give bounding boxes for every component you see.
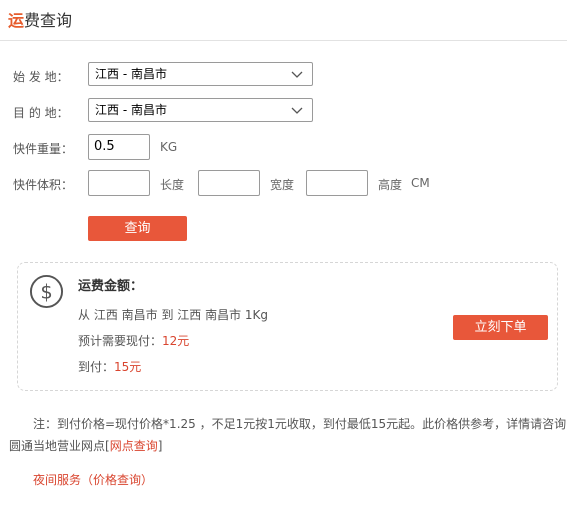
cash-value: 12元 <box>162 334 190 348</box>
chevron-down-icon <box>291 107 303 114</box>
page-title: 运费查询 <box>8 7 72 31</box>
weight-unit: KG <box>160 140 178 154</box>
route-text: 从 江西 南昌市 到 江西 南昌市 1Kg <box>78 308 269 322</box>
fee-title: 运费金额： <box>78 279 144 294</box>
height-unit: 高度 <box>378 178 403 192</box>
weight-input[interactable]: 0.5 <box>88 134 150 160</box>
chevron-down-icon <box>291 71 303 78</box>
title-accent: 运 <box>8 11 25 30</box>
note-text: 注：到付价格=现付价格*1.25 ，不足1元按1元收取，到付最低15元起。此价格… <box>9 417 567 453</box>
dollar-icon: $ <box>29 274 64 309</box>
width-unit: 宽度 <box>270 178 295 192</box>
length-unit: 长度 <box>160 178 185 192</box>
bracket-close: ] <box>157 439 163 453</box>
length-input[interactable] <box>88 170 150 196</box>
cod-label: 到付： <box>78 360 115 374</box>
cod-value: 15元 <box>114 360 142 374</box>
destination-label: 目 的 地： <box>13 106 69 120</box>
cm-unit: CM <box>411 176 430 190</box>
cod-price: 到付：15元 <box>78 358 141 375</box>
destination-select-value: 江西 - 南昌市 <box>95 103 167 117</box>
origin-select[interactable]: 江西 - 南昌市 <box>88 62 313 86</box>
width-input[interactable] <box>198 170 260 196</box>
outlet-query-link[interactable]: 网点查询 <box>110 439 158 453</box>
price-note: 注：到付价格=现付价格*1.25 ，不足1元按1元收取，到付最低15元起。此价格… <box>9 413 575 457</box>
height-input[interactable] <box>306 170 368 196</box>
origin-select-value: 江西 - 南昌市 <box>95 67 167 81</box>
order-now-button[interactable]: 立刻下单 <box>453 315 548 340</box>
origin-label: 始 发 地： <box>13 70 69 84</box>
cash-label: 预计需要现付： <box>78 334 163 348</box>
night-service-link[interactable]: 夜间服务（价格查询） <box>33 471 153 488</box>
cash-price: 预计需要现付：12元 <box>78 332 189 349</box>
result-panel: $ 运费金额： 从 江西 南昌市 到 江西 南昌市 1Kg 预计需要现付：12元… <box>17 262 558 391</box>
svg-text:$: $ <box>40 280 52 303</box>
destination-select[interactable]: 江西 - 南昌市 <box>88 98 313 122</box>
title-rest: 费查询 <box>24 11 73 30</box>
title-divider <box>0 40 567 41</box>
weight-label: 快件重量： <box>13 142 74 156</box>
volume-label: 快件体积： <box>13 178 74 192</box>
query-button[interactable]: 查询 <box>88 216 187 241</box>
